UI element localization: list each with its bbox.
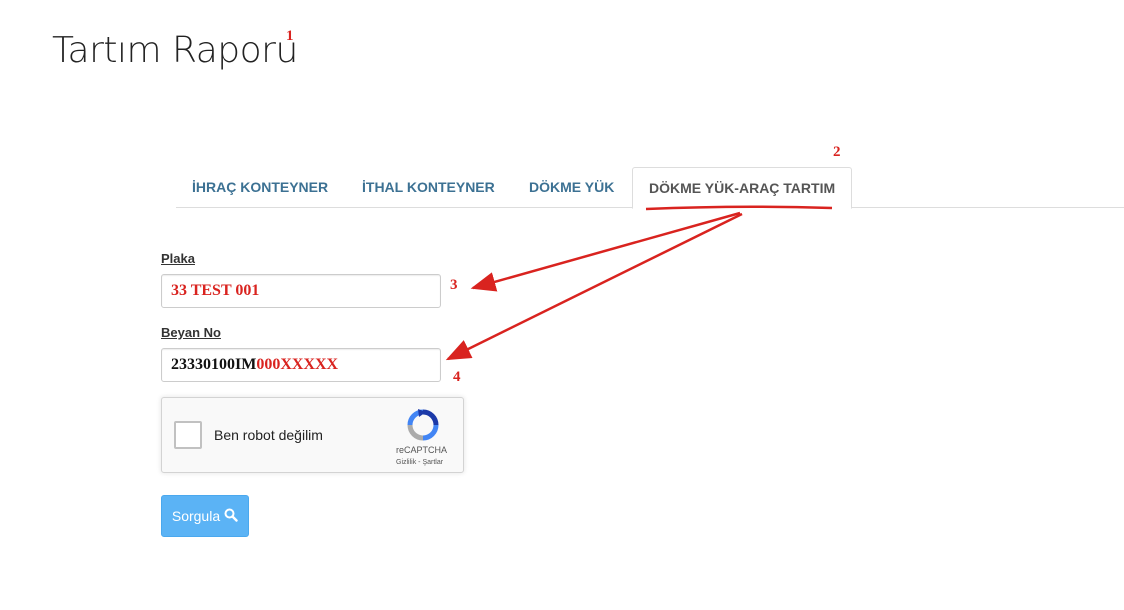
annotation-arrows	[445, 205, 833, 361]
tab-underline-annotation	[645, 205, 833, 211]
arrow-to-beyan-no	[445, 212, 743, 361]
arrow-to-plaka	[470, 211, 741, 292]
